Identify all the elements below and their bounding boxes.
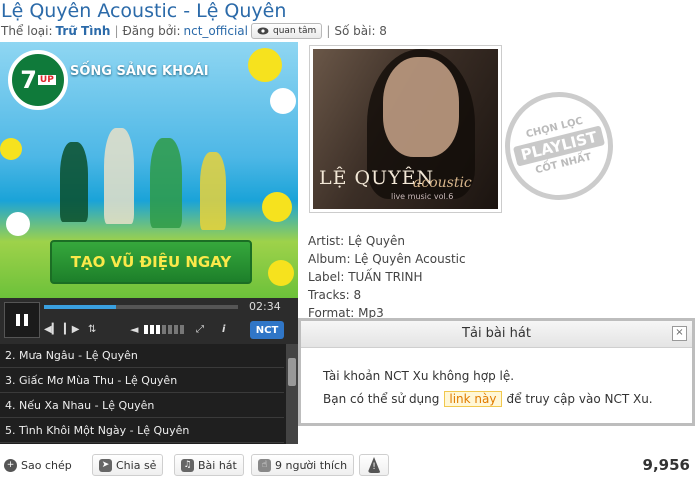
download-dialog: Tải bài hát × Tài khoản NCT Xu không hợp… [298, 318, 695, 426]
info-artist: Artist: Lệ Quyên [308, 234, 406, 248]
cover-subtitle: acoustic [413, 175, 472, 191]
cover-live-text: live music vol.6 [391, 192, 454, 201]
like-button[interactable]: ☝ 9 người thích [251, 454, 355, 476]
nct-logo[interactable]: NCT [250, 321, 284, 339]
album-cover-image: LỆ QUYÊN acoustic live music vol.6 [313, 49, 498, 209]
uploader-link[interactable]: nct_official [184, 24, 248, 38]
track-item[interactable]: 2. Mưa Ngâu - Lệ Quyên [0, 344, 284, 368]
elapsed-time: 02:34 [249, 300, 281, 313]
share-label: Chia sẻ [116, 458, 157, 472]
track-item[interactable]: 4. Nếu Xa Nhau - Lệ Quyên [0, 394, 284, 418]
genre-label: Thể loại: [1, 24, 53, 38]
ad-cta-button[interactable]: TẠO VŨ ĐIỆU NGAY [50, 240, 252, 284]
info-album: Album: Lệ Quyên Acoustic [308, 252, 466, 266]
fullscreen-icon[interactable]: ⤢ [196, 324, 204, 336]
action-bar: + Sao chép ➤ Chia sẻ ♫ Bài hát ☝ 9 người… [0, 454, 700, 478]
volume-bar [168, 325, 172, 334]
track-item[interactable]: 5. Tình Khôi Một Ngày - Lệ Quyên [0, 419, 284, 443]
album-info: Artist: Lệ Quyên Album: Lệ Quyên Acousti… [308, 232, 466, 322]
eye-icon [257, 27, 269, 35]
close-button[interactable]: × [672, 326, 687, 341]
music-note-icon: ♫ [181, 458, 194, 472]
dialog-message-suffix: để truy cập vào NCT Xu. [506, 392, 653, 406]
album-cover[interactable]: LỆ QUYÊN acoustic live music vol.6 [309, 45, 502, 213]
follow-label: quan tâm [273, 26, 317, 36]
progress-bar[interactable] [44, 305, 238, 309]
ad-figure [104, 128, 134, 224]
volume-bar [162, 325, 166, 334]
selected-playlist-stamp: CHỌN LỌC PLAYLIST CỐT NHẤT [493, 80, 625, 212]
decor-dot [270, 88, 296, 114]
track-item[interactable]: 3. Giấc Mơ Mùa Thu - Lệ Quyên [0, 369, 284, 393]
advertisement-banner[interactable]: 7 UP SỐNG SẢNG KHOÁI TẠO VŨ ĐIỆU NGAY [0, 42, 298, 298]
decor-dot [262, 192, 292, 222]
info-label: Label: TUẤN TRINH [308, 270, 423, 284]
uploader-label: Đăng bởi: [122, 24, 181, 38]
song-label: Bài hát [198, 458, 237, 472]
ad-slogan: SỐNG SẢNG KHOÁI [70, 64, 209, 79]
copy-icon: + [4, 458, 17, 472]
copy-label: Sao chép [21, 458, 72, 472]
view-count: 9,956 [642, 456, 690, 474]
separator: | [326, 24, 331, 38]
separator: | [114, 24, 119, 38]
share-button[interactable]: ➤ Chia sẻ [92, 454, 164, 476]
dialog-message: Tài khoản NCT Xu không hợp lệ. [323, 369, 515, 383]
ad-figure [60, 142, 88, 222]
ad-figure [200, 152, 226, 230]
share-icon: ➤ [99, 458, 112, 472]
song-count: Số bài: 8 [334, 24, 387, 38]
follow-button[interactable]: quan tâm [251, 23, 323, 39]
song-button[interactable]: ♫ Bài hát [174, 454, 244, 476]
dialog-message-prefix: Bạn có thể sử dụng [323, 392, 440, 406]
track-list: 2. Mưa Ngâu - Lệ Quyên 3. Giấc Mơ Mùa Th… [0, 344, 298, 444]
next-icon[interactable]: ▎▶ [64, 324, 79, 336]
likes-count: 9 người thích [275, 458, 348, 472]
copy-button[interactable]: + Sao chép [2, 454, 78, 476]
decor-dot [268, 260, 294, 286]
volume-slider[interactable] [144, 325, 184, 334]
dialog-message-line: Bạn có thể sử dụng link này để truy cập … [323, 391, 653, 407]
brand-logo: 7 UP [8, 50, 68, 110]
volume-bar [144, 325, 148, 334]
decor-dot [6, 212, 30, 236]
decor-dot [0, 138, 22, 160]
volume-bar [174, 325, 178, 334]
cover-face [383, 57, 459, 157]
info-tracks: Tracks: 8 [308, 288, 362, 302]
dialog-title: Tải bài hát [301, 321, 692, 348]
pause-icon-bar [24, 314, 28, 326]
pause-button[interactable] [4, 302, 40, 338]
thumbs-up-icon: ☝ [258, 458, 271, 472]
volume-bar [156, 325, 160, 334]
ad-figure [150, 138, 182, 228]
volume-icon[interactable]: ◄ [130, 324, 138, 336]
shuffle-icon[interactable]: ⇅ [88, 324, 96, 336]
decor-dot [248, 48, 282, 82]
page-title: Lệ Quyên Acoustic - Lệ Quyên [1, 0, 287, 22]
report-button[interactable]: ! [359, 454, 389, 476]
volume-bar [150, 325, 154, 334]
genre-link[interactable]: Trữ Tình [56, 24, 111, 38]
nct-xu-link[interactable]: link này [444, 391, 502, 407]
progress-fill [44, 305, 116, 309]
logo-sub: UP [37, 75, 56, 85]
playlist-scrollbar[interactable] [286, 344, 298, 444]
volume-bar [180, 325, 184, 334]
previous-icon[interactable]: ◀▎ [44, 324, 59, 336]
pause-icon [16, 314, 20, 326]
info-icon[interactable]: i [222, 324, 225, 336]
scrollbar-thumb[interactable] [288, 358, 296, 386]
media-player: 02:34 ◀▎ ▎▶ ⇅ ◄ ⤢ i NCT [0, 298, 298, 344]
logo-number: 7 [20, 66, 37, 94]
warning-icon: ! [367, 457, 381, 473]
playlist-meta: Thể loại: Trữ Tình | Đăng bởi: nct_offic… [1, 23, 387, 39]
